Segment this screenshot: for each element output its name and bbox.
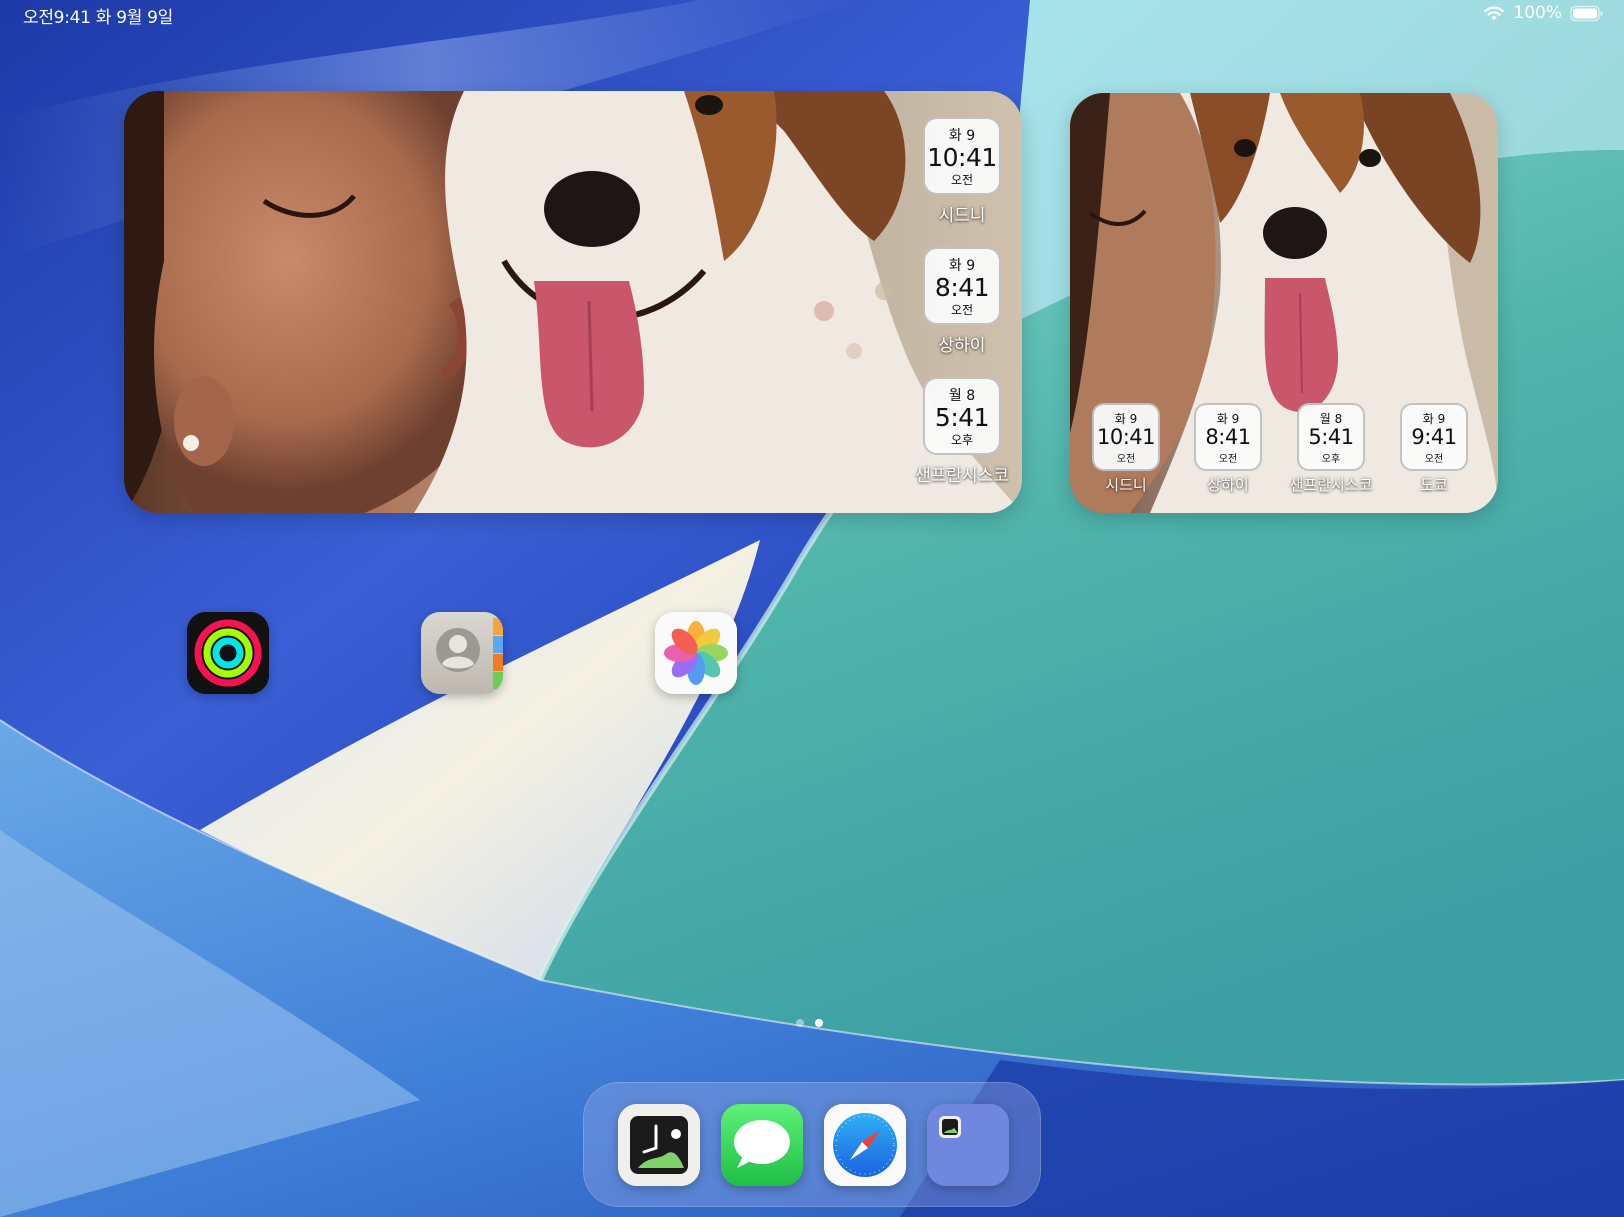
clock-face: 월 8 5:41 오후: [1297, 403, 1365, 471]
photo-clock-widget-large[interactable]: 화 9 10:41 오전 시드니 화 9 8:41 오전 상하이 월 8 5:4…: [124, 91, 1022, 513]
clock-face: 화 9 10:41 오전: [923, 117, 1001, 195]
clock-city: 상하이: [1207, 476, 1249, 494]
clock-face: 화 9 8:41 오전: [1194, 403, 1262, 471]
clock-city: 시드니: [938, 206, 986, 226]
photos-icon[interactable]: [655, 612, 737, 694]
clock-ampm: 오전: [1424, 454, 1444, 465]
safari-icon[interactable]: [824, 1104, 906, 1186]
page-dot-active[interactable]: [815, 1019, 823, 1027]
battery-percentage: 100%: [1513, 3, 1562, 23]
page-indicator[interactable]: [796, 1019, 823, 1027]
clock-time: 9:41: [1411, 425, 1457, 449]
dock: [583, 1082, 1041, 1207]
clock-face: 화 9 10:41 오전: [1092, 403, 1160, 471]
clock-time: 10:41: [927, 143, 997, 172]
clock-date: 화 9: [948, 128, 976, 144]
clock-ampm: 오전: [950, 173, 974, 187]
clock-ampm: 오전: [1116, 454, 1136, 465]
messages-icon[interactable]: [721, 1104, 803, 1186]
clock-date: 화 9: [948, 258, 976, 274]
battery-icon: [1570, 5, 1604, 22]
clock-time: 5:41: [934, 403, 990, 432]
clock-date: 월 8: [948, 388, 976, 404]
wifi-icon: [1483, 5, 1505, 22]
clock-ampm: 오후: [1321, 454, 1341, 465]
clock-city: 상하이: [938, 336, 986, 356]
clock-face: 월 8 5:41 오후: [923, 377, 1001, 455]
status-indicators: 100%: [1483, 3, 1604, 23]
clock-time: 8:41: [1205, 425, 1251, 449]
clock-city: 도쿄: [1420, 476, 1448, 494]
clock-photo-app-icon[interactable]: [618, 1104, 700, 1186]
clock-ampm: 오후: [950, 433, 974, 447]
page-dot[interactable]: [796, 1019, 804, 1027]
clock-ampm: 오전: [1218, 454, 1238, 465]
clock-ampm: 오전: [950, 303, 974, 317]
clock-face: 화 9 9:41 오전: [1400, 403, 1468, 471]
activity-icon[interactable]: [187, 612, 269, 694]
widget-photo-woman-dog: [124, 91, 1022, 513]
clock-time: 5:41: [1308, 425, 1354, 449]
clock-city: 샌프란시스코: [1289, 476, 1373, 494]
status-bar: 오전9:41 화 9월 9일 100%: [0, 0, 1624, 28]
clock-time: 10:41: [1096, 425, 1156, 449]
status-time-date: 오전9:41 화 9월 9일: [23, 8, 174, 28]
app-folder-icon[interactable]: [927, 1104, 1009, 1186]
clock-city: 시드니: [1105, 476, 1147, 494]
clock-city: 샌프란시스코: [915, 466, 1009, 486]
clock-face: 화 9 8:41 오전: [923, 247, 1001, 325]
clock-time: 8:41: [934, 273, 990, 302]
contacts-icon[interactable]: [421, 612, 503, 694]
photo-clock-widget-small[interactable]: 화 9 10:41 오전 시드니 화 9 8:41 오전 상하이 월 8 5:4…: [1070, 93, 1498, 513]
